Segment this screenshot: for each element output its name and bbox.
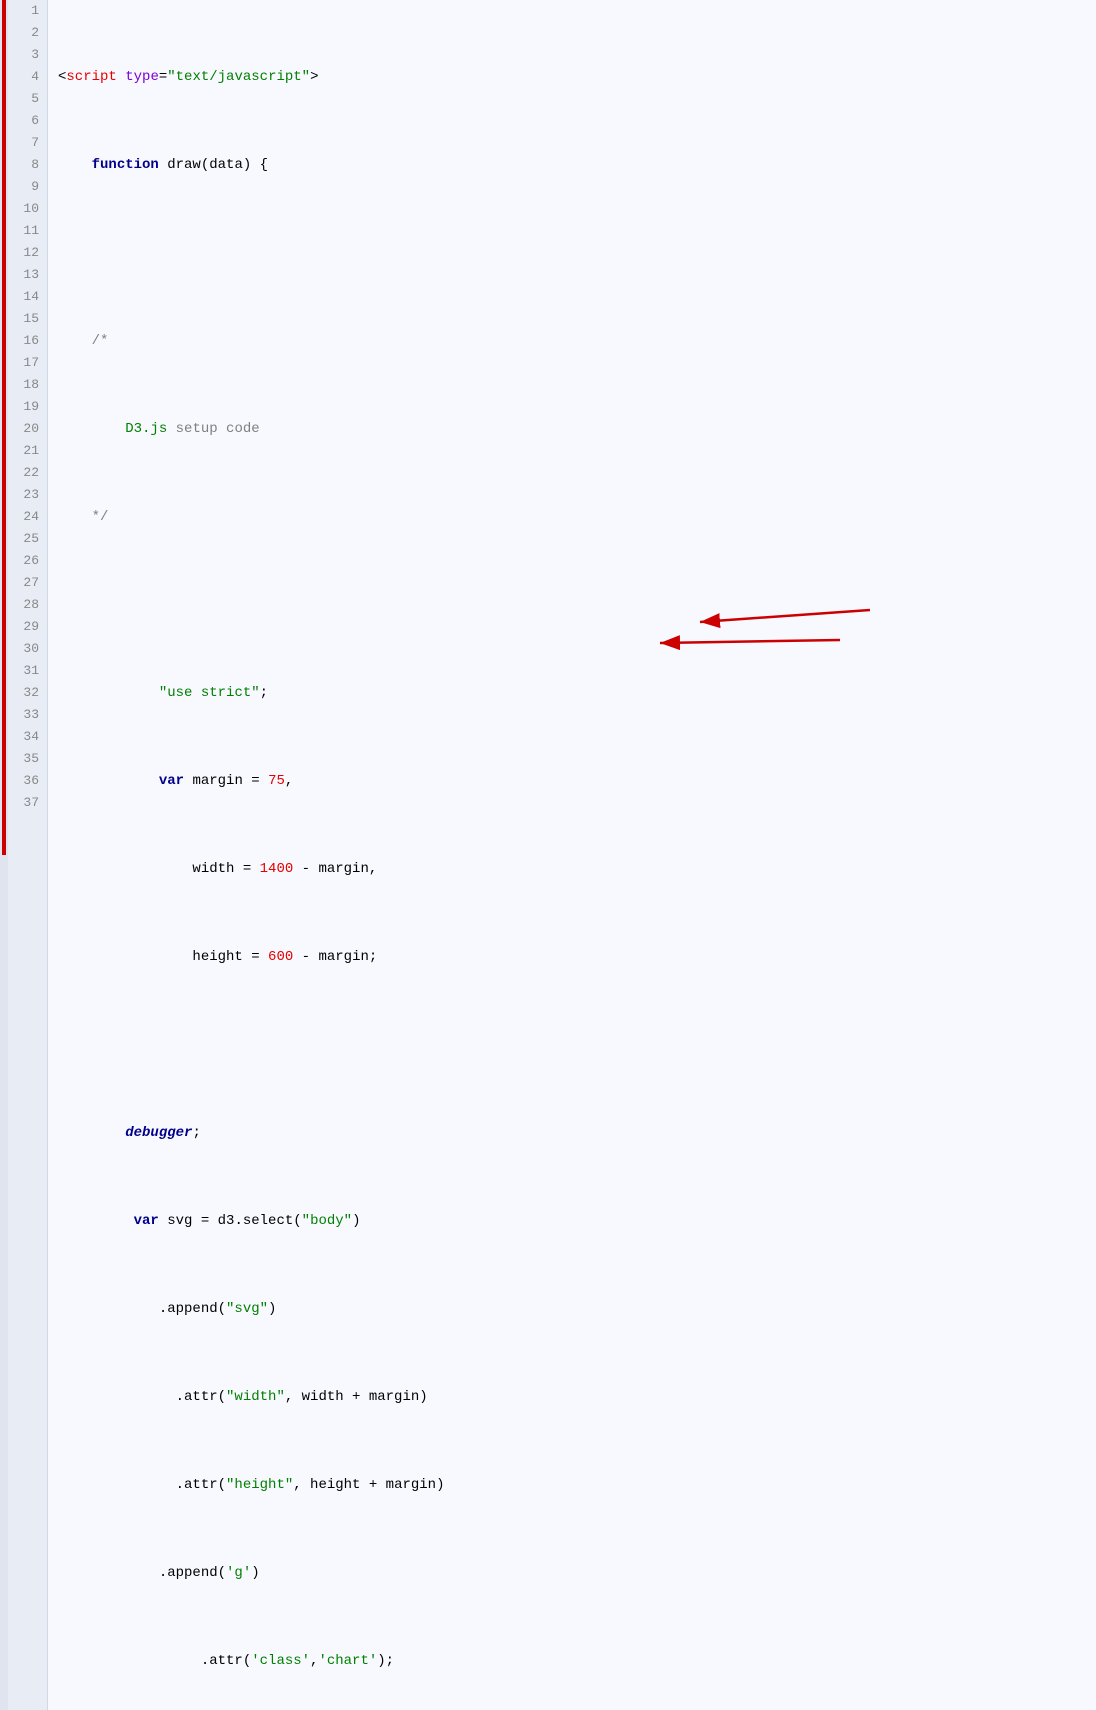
code-line-12 [58,1034,1096,1056]
code-line-16: .attr("width", width + margin) [58,1386,1096,1408]
code-line-15: .append("svg") [58,1298,1096,1320]
code-line-7 [58,594,1096,616]
code-line-11: height = 600 - margin; [58,946,1096,968]
code-line-13: debugger; [58,1122,1096,1144]
code-line-14: var svg = d3.select("body") [58,1210,1096,1232]
code-line-3 [58,242,1096,264]
code-line-5: D3.js setup code [58,418,1096,440]
code-lines[interactable]: <script type="text/javascript"> function… [48,0,1096,1710]
code-line-1: <script type="text/javascript"> [58,66,1096,88]
code-line-18: .append('g') [58,1562,1096,1584]
code-line-9: var margin = 75, [58,770,1096,792]
code-line-2: function draw(data) { [58,154,1096,176]
code-line-17: .attr("height", height + margin) [58,1474,1096,1496]
code-line-6: */ [58,506,1096,528]
code-line-10: width = 1400 - margin, [58,858,1096,880]
left-bar [0,0,8,1710]
code-line-19: .attr('class','chart'); [58,1650,1096,1672]
code-area: 1 2 3 4 5 6 7 8 9 10 11 12 13 14 15 16 1… [0,0,1096,1710]
code-editor: 1 2 3 4 5 6 7 8 9 10 11 12 13 14 15 16 1… [0,0,1096,1710]
code-line-8: "use strict"; [58,682,1096,704]
code-line-4: /* [58,330,1096,352]
